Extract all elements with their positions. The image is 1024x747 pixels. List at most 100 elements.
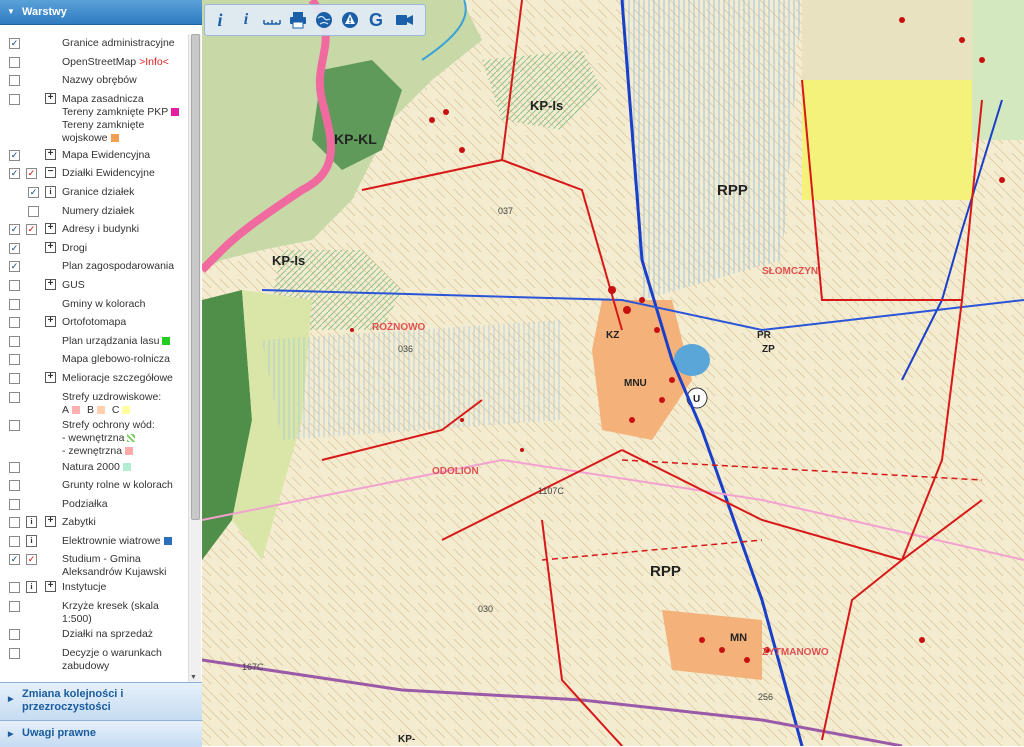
section-order-label: Zmiana kolejności i przezroczystości	[22, 688, 124, 713]
layer-mapa-zasadnicza[interactable]: + Mapa zasadnicza Tereny zamknięte PKP T…	[0, 90, 188, 146]
info-icon[interactable]: i	[45, 185, 56, 198]
layer-checkbox[interactable]	[9, 419, 20, 431]
map-canvas[interactable]: KP-KL KP-Is KP-Is RPP RPP MN MNU U PR KZ…	[202, 0, 1024, 746]
expand-icon[interactable]: +	[45, 148, 56, 160]
layer-checkbox[interactable]: ✓	[9, 224, 20, 236]
layer-checkbox[interactable]	[9, 298, 20, 310]
layer-checkbox[interactable]: ✓	[9, 242, 20, 254]
layer-checkbox[interactable]	[9, 535, 20, 547]
layer-list-scrollbar[interactable]: ▼	[188, 34, 201, 682]
measure-icon[interactable]	[261, 9, 283, 31]
layers-header[interactable]: ▼ Warstwy	[0, 0, 202, 25]
expand-icon[interactable]: +	[45, 241, 56, 253]
layer-checkbox[interactable]	[9, 517, 20, 529]
layer-label: Plan zagospodarowania	[62, 260, 175, 273]
expand-icon[interactable]: +	[45, 316, 56, 328]
layer-checkbox[interactable]	[9, 317, 20, 329]
expand-icon[interactable]: +	[45, 516, 56, 528]
layer-nazwy-obrebow[interactable]: Nazwy obrębów	[0, 71, 188, 90]
layer-natura-2000[interactable]: Natura 2000	[0, 458, 188, 477]
layer-mapa-ewidencyjna[interactable]: ✓ + Mapa Ewidencyjna	[0, 146, 188, 165]
layer-checkbox[interactable]	[9, 647, 20, 659]
layer-adresy-i-budynki[interactable]: ✓ ✓ + Adresy i budynki	[0, 220, 188, 239]
expand-icon[interactable]: +	[45, 581, 56, 593]
map-view[interactable]: KP-KL KP-Is KP-Is RPP RPP MN MNU U PR KZ…	[202, 0, 1024, 746]
info-icon[interactable]: i	[209, 9, 231, 31]
layer-checkbox[interactable]	[9, 75, 20, 87]
layer-checkbox[interactable]	[28, 205, 39, 217]
layer-checkbox[interactable]	[9, 56, 20, 68]
layer-checkbox[interactable]	[9, 461, 20, 473]
layer-checkbox[interactable]	[9, 480, 20, 492]
layer-strefy-uzdrowiskowe[interactable]: Strefy uzdrowiskowe: A B C	[0, 388, 188, 416]
layer-checkbox[interactable]	[9, 279, 20, 291]
scrollbar-thumb[interactable]	[191, 34, 200, 520]
highlight-checkbox[interactable]: ✓	[26, 224, 37, 236]
identify-icon[interactable]: i	[235, 9, 257, 31]
collapse-tree-icon[interactable]: −	[45, 167, 56, 179]
layer-mapa-glebowo-rolnicza[interactable]: Mapa glebowo-rolnicza	[0, 350, 188, 369]
layer-plan-urzadzania-lasu[interactable]: Plan urządzania lasu	[0, 332, 188, 351]
layer-zabytki[interactable]: i + Zabytki	[0, 513, 188, 532]
info-icon[interactable]: i	[26, 581, 37, 594]
layer-granice-administracyjne[interactable]: ✓ Granice administracyjne	[0, 34, 188, 53]
layer-checkbox[interactable]	[9, 93, 20, 105]
info-icon[interactable]: i	[26, 534, 37, 547]
layer-gminy-w-kolorach[interactable]: Gminy w kolorach	[0, 295, 188, 314]
layer-krzyze-kresek[interactable]: Krzyże kresek (skala 1:500)	[0, 597, 188, 625]
layer-openstreetmap[interactable]: OpenStreetMap >Info<	[0, 53, 188, 72]
layer-drogi[interactable]: ✓ + Drogi	[0, 239, 188, 258]
layer-checkbox[interactable]: ✓	[9, 554, 20, 566]
info-link[interactable]: >Info<	[139, 56, 169, 68]
layer-ortofotomapa[interactable]: + Ortofotomapa	[0, 313, 188, 332]
layer-checkbox[interactable]	[9, 335, 20, 347]
section-legal-notes[interactable]: ▶ Uwagi prawne	[0, 720, 202, 747]
layer-plan-zagospodarowania[interactable]: ✓ Plan zagospodarowania	[0, 257, 188, 276]
section-order-transparency[interactable]: ▶ Zmiana kolejności i przezroczystości	[0, 682, 202, 720]
globe-icon[interactable]	[313, 9, 335, 31]
info-icon[interactable]: i	[26, 516, 37, 529]
layer-checkbox[interactable]: ✓	[9, 168, 20, 180]
highlight-checkbox[interactable]: ✓	[26, 168, 37, 180]
layer-checkbox[interactable]	[9, 354, 20, 366]
layer-checkbox[interactable]	[9, 391, 20, 403]
scroll-down-icon[interactable]: ▼	[190, 674, 197, 681]
layer-granice-dzialek[interactable]: ✓ i Granice działek	[0, 183, 188, 202]
layer-checkbox[interactable]: ✓	[9, 261, 20, 273]
town-south	[662, 610, 762, 680]
video-icon[interactable]	[393, 9, 415, 31]
layer-podzialka[interactable]: Podziałka	[0, 495, 188, 514]
layer-checkbox[interactable]	[9, 629, 20, 641]
layer-dzialki-ewidencyjne[interactable]: ✓ ✓ − Działki Ewidencyjne	[0, 164, 188, 183]
layer-checkbox[interactable]	[9, 601, 20, 613]
highlight-checkbox[interactable]: ✓	[26, 554, 37, 566]
layer-elektrownie-wiatrowe[interactable]: i Elektrownie wiatrowe	[0, 532, 188, 551]
zoning-label-rpp-2: RPP	[650, 563, 681, 580]
google-icon[interactable]: G	[365, 9, 387, 31]
layer-checkbox[interactable]: ✓	[9, 38, 20, 49]
expand-icon[interactable]: +	[45, 278, 56, 290]
warning-icon[interactable]	[339, 9, 361, 31]
layer-label: Plan urządzania lasu	[62, 334, 160, 347]
layer-gus[interactable]: + GUS	[0, 276, 188, 295]
layer-instytucje[interactable]: i + Instytucje	[0, 578, 188, 597]
expand-icon[interactable]: +	[45, 223, 56, 235]
layer-studium[interactable]: ✓ ✓ Studium - Gmina Aleksandrów Kujawski	[0, 550, 188, 578]
layer-melioracje-szczegolowe[interactable]: + Melioracje szczegółowe	[0, 369, 188, 388]
layer-dzialki-na-sprzedaz[interactable]: Działki na sprzedaż	[0, 625, 188, 644]
layer-label: Decyzje o warunkach	[62, 646, 162, 659]
layer-label: OpenStreetMap	[62, 55, 137, 68]
layer-checkbox[interactable]	[9, 372, 20, 384]
expand-icon[interactable]: +	[45, 371, 56, 383]
layer-grunty-rolne[interactable]: Grunty rolne w kolorach	[0, 476, 188, 495]
layer-checkbox[interactable]	[9, 582, 20, 594]
layer-decyzje[interactable]: Decyzje o warunkach zabudowy	[0, 644, 188, 672]
layer-numery-dzialek[interactable]: Numery działek	[0, 202, 188, 221]
layer-checkbox[interactable]: ✓	[9, 149, 20, 161]
layer-checkbox[interactable]	[9, 498, 20, 510]
expand-icon[interactable]: +	[45, 92, 56, 104]
layer-strefy-ochrony-wod[interactable]: Strefy ochrony wód: - wewnętrzna - zewnę…	[0, 416, 188, 458]
layer-checkbox[interactable]: ✓	[28, 186, 39, 198]
collapse-icon[interactable]: ▼	[7, 0, 15, 24]
print-icon[interactable]	[287, 9, 309, 31]
